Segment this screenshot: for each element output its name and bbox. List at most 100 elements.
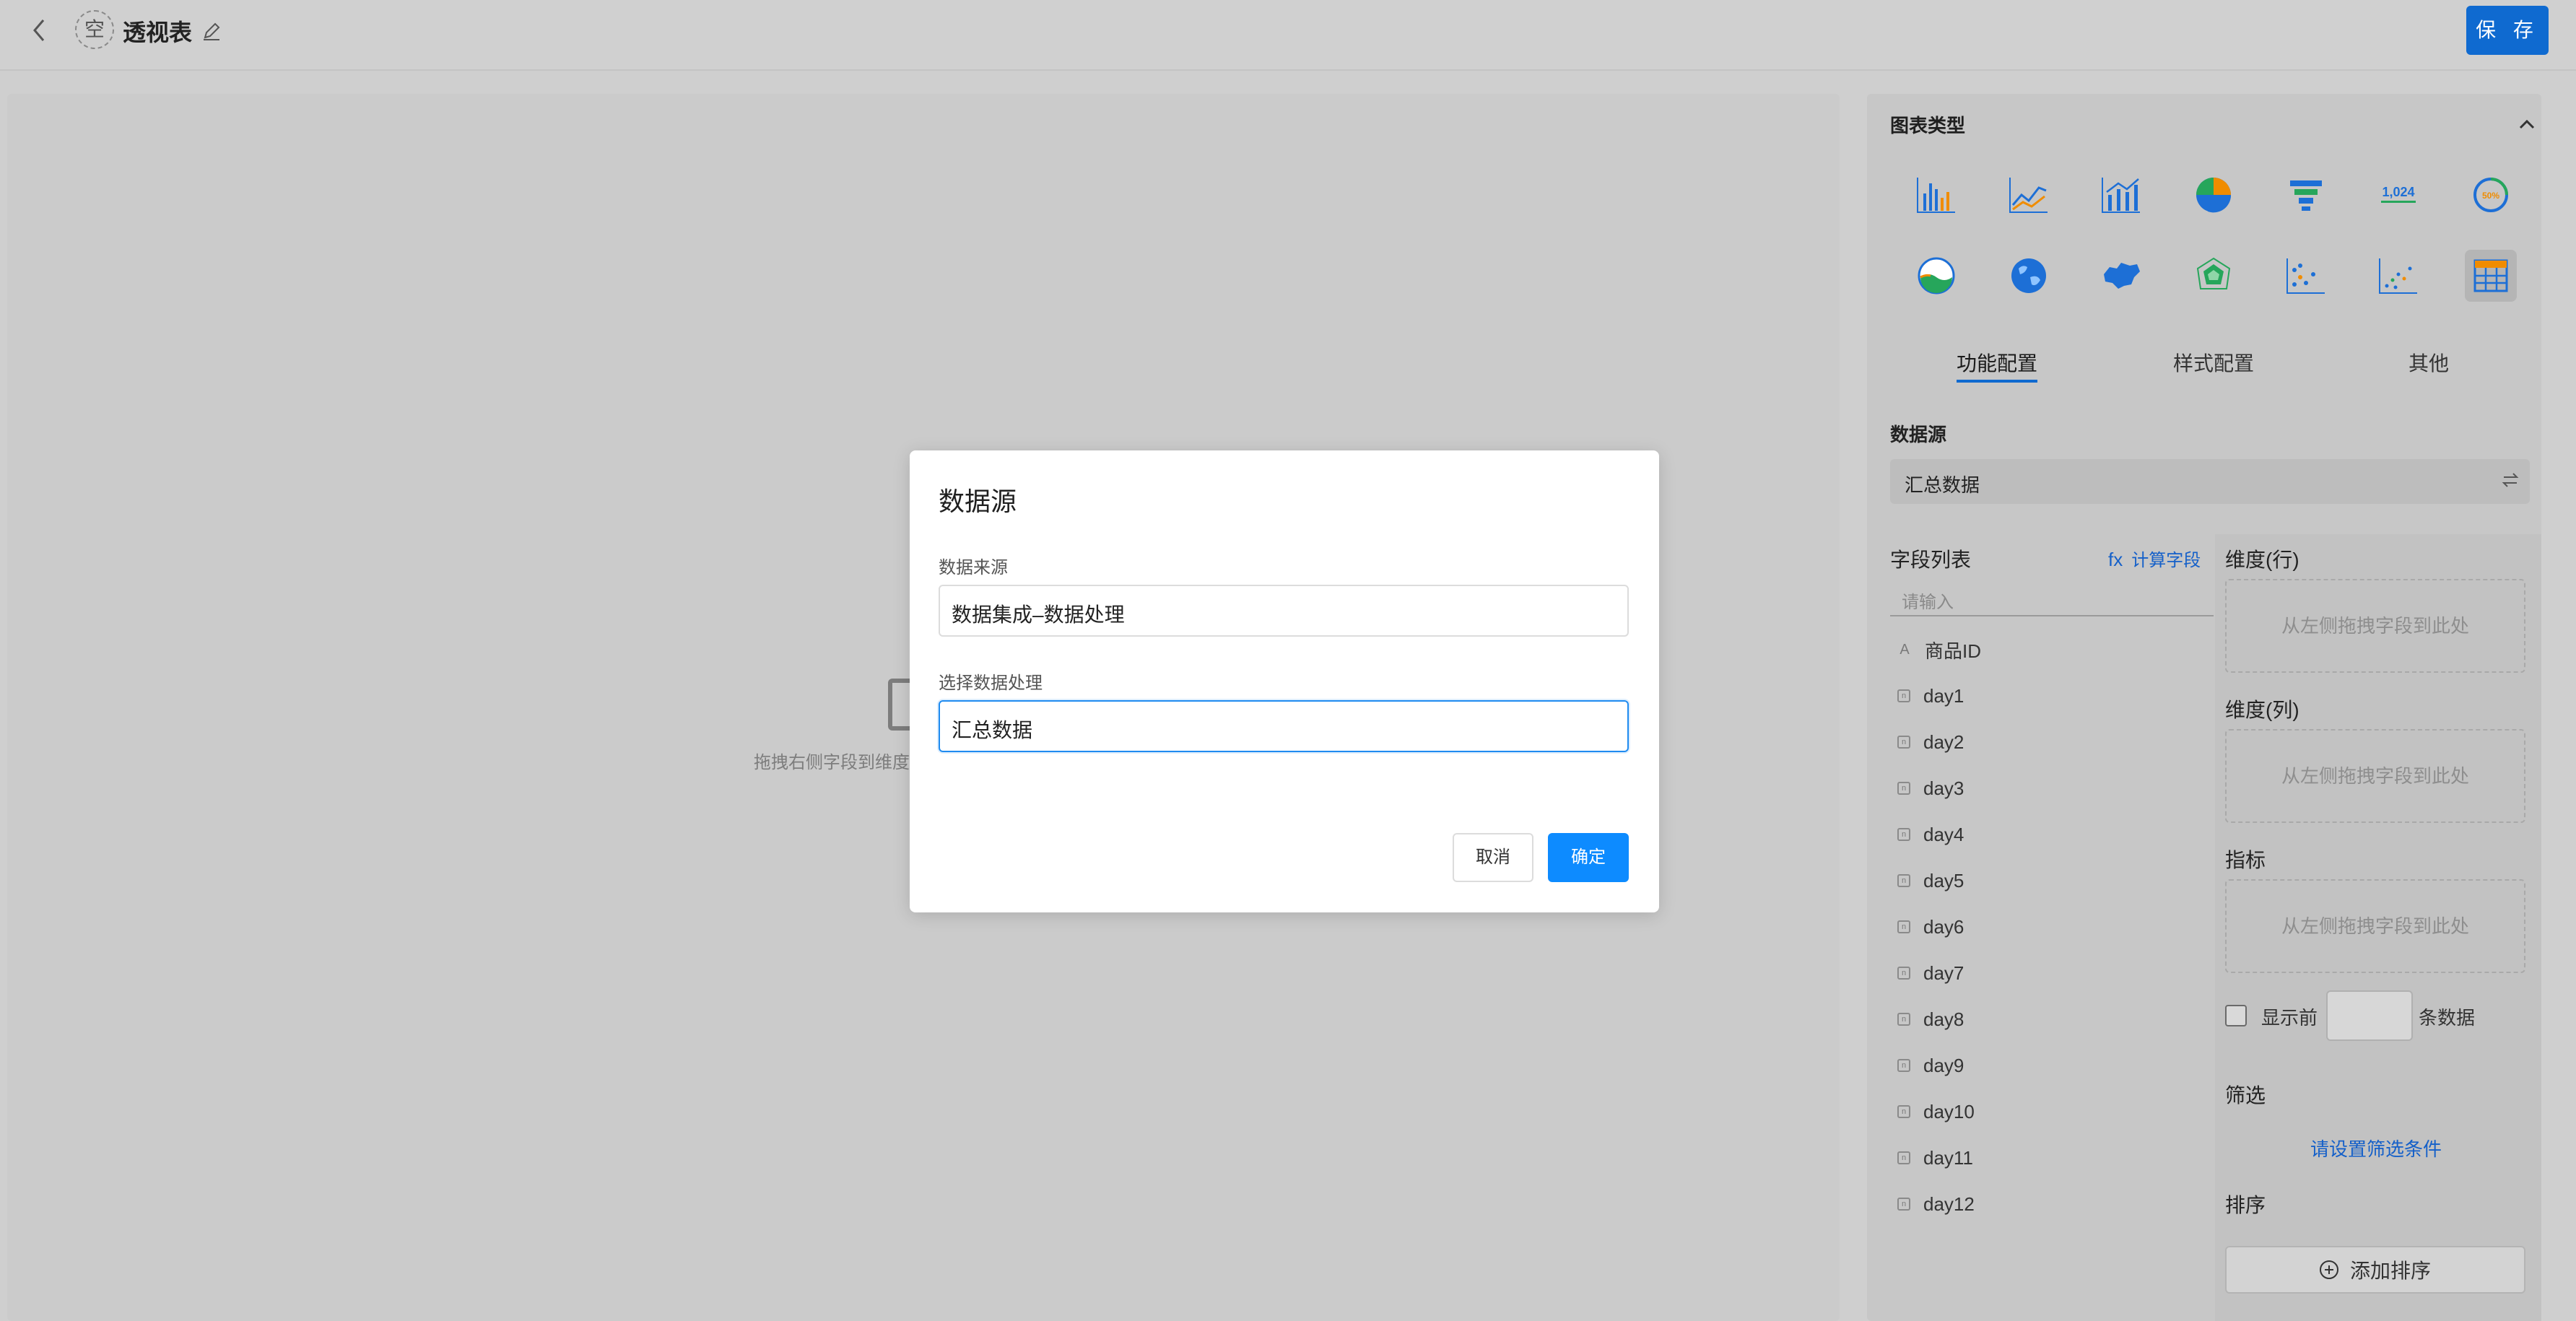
field-label: day7	[1923, 962, 1964, 984]
number-card-text: 1,024	[2382, 185, 2414, 199]
avatar: 空	[75, 10, 114, 49]
field-item[interactable]: A 商品ID	[1897, 635, 1981, 664]
show-top-checkbox[interactable]	[2225, 1005, 2247, 1026]
china-map-icon[interactable]	[2095, 250, 2147, 302]
plus-circle-icon	[2319, 1260, 2338, 1279]
datasource-title: 数据源	[1890, 424, 1947, 445]
number-field-icon: n	[1897, 1013, 1910, 1026]
calc-field-label: 计算字段	[2131, 551, 2201, 570]
field-label: day2	[1923, 731, 1964, 753]
filter-title: 筛选	[2225, 1084, 2266, 1107]
gauge-icon[interactable]: 50%	[2465, 169, 2517, 221]
field-label: day11	[1923, 1146, 1973, 1169]
set-filter-link[interactable]: 请设置筛选条件	[2310, 1135, 2442, 1161]
page-title: 透视表	[123, 19, 193, 45]
dimension-col-dropzone[interactable]: 从左侧拖拽字段到此处	[2225, 729, 2525, 823]
tab-function-config[interactable]: 功能配置	[1957, 348, 2037, 377]
metric-title: 指标	[2225, 849, 2266, 871]
swap-icon[interactable]	[2501, 471, 2520, 489]
dimension-row-dropzone[interactable]: 从左侧拖拽字段到此处	[2225, 579, 2525, 673]
field-item[interactable]: n day3	[1897, 774, 1964, 803]
datasource-select[interactable]	[1890, 459, 2530, 504]
top-count-input[interactable]	[2326, 990, 2413, 1041]
datasource-value: 汇总数据	[1905, 474, 1980, 496]
field-item[interactable]: n day12	[1897, 1190, 1975, 1218]
bar-line-combo-icon[interactable]	[2095, 169, 2147, 221]
number-field-icon: n	[1897, 1105, 1910, 1118]
chart-type-title: 图表类型	[1890, 115, 1966, 136]
radar-chart-icon[interactable]	[2188, 250, 2240, 302]
bar-chart-icon[interactable]	[1910, 169, 1962, 221]
number-field-icon: n	[1897, 689, 1910, 702]
canvas-placeholder-text: 拖拽右侧字段到维度	[754, 753, 910, 772]
edit-pencil-icon[interactable]	[201, 20, 222, 42]
field-item[interactable]: n day9	[1897, 1051, 1964, 1080]
field-label: day1	[1923, 684, 1964, 707]
process-label: 选择数据处理	[939, 673, 1043, 693]
active-tab-indicator	[1957, 380, 2037, 383]
sort-title: 排序	[2225, 1194, 2266, 1216]
field-list-title: 字段列表	[1890, 549, 1972, 571]
save-button[interactable]: 保 存	[2466, 6, 2549, 55]
field-item[interactable]: n day1	[1897, 681, 1964, 710]
liquid-fill-icon[interactable]	[1910, 250, 1962, 302]
field-item[interactable]: n day11	[1897, 1143, 1973, 1172]
field-label: day3	[1923, 777, 1964, 799]
show-top-label: 显示前	[2261, 1007, 2318, 1029]
scatter-chart-icon[interactable]	[2280, 250, 2332, 302]
pie-chart-icon[interactable]	[2188, 169, 2240, 221]
dimension-row-title: 维度(行)	[2225, 549, 2299, 571]
gauge-text: 50%	[2482, 191, 2499, 201]
source-value: 数据集成–数据处理	[952, 603, 1125, 626]
top-bar: 空 透视表 保 存	[0, 0, 2576, 71]
process-value: 汇总数据	[952, 719, 1033, 741]
metric-dropzone[interactable]: 从左侧拖拽字段到此处	[2225, 879, 2525, 973]
fx-icon: fx	[2108, 549, 2123, 570]
back-arrow-icon[interactable]	[29, 16, 51, 45]
number-field-icon: n	[1897, 967, 1910, 980]
number-field-icon: n	[1897, 736, 1910, 749]
field-item[interactable]: n day8	[1897, 1005, 1964, 1034]
field-label: day4	[1923, 823, 1964, 845]
add-sort-button[interactable]: 添加排序	[2225, 1246, 2525, 1294]
number-card-icon[interactable]: 1,024	[2372, 169, 2424, 221]
chevron-up-icon[interactable]	[2517, 115, 2537, 133]
number-field-icon: n	[1897, 1198, 1910, 1211]
pivot-table-icon[interactable]	[2465, 250, 2517, 302]
field-search-placeholder: 请输入	[1902, 593, 1954, 612]
field-item[interactable]: n day4	[1897, 820, 1964, 849]
tab-style-config[interactable]: 样式配置	[2173, 348, 2254, 377]
field-label: 商品ID	[1925, 640, 1982, 662]
number-field-icon: n	[1897, 1059, 1910, 1072]
number-field-icon: n	[1897, 874, 1910, 887]
number-field-icon: n	[1897, 1151, 1910, 1164]
number-field-icon: n	[1897, 920, 1910, 933]
tab-other[interactable]: 其他	[2409, 348, 2449, 377]
world-map-icon[interactable]	[2003, 250, 2055, 302]
field-label: day9	[1923, 1054, 1964, 1076]
field-item[interactable]: n day2	[1897, 728, 1964, 757]
dialog-title: 数据源	[939, 487, 1017, 516]
process-select[interactable]	[939, 700, 1629, 752]
number-field-icon: n	[1897, 828, 1910, 841]
calc-field-link[interactable]: fx 计算字段	[2108, 546, 2201, 571]
source-label: 数据来源	[939, 558, 1008, 577]
field-item[interactable]: n day10	[1897, 1097, 1975, 1126]
cancel-button[interactable]: 取消	[1453, 833, 1533, 882]
funnel-chart-icon[interactable]	[2280, 169, 2332, 221]
field-item[interactable]: n day5	[1897, 866, 1964, 895]
confirm-button[interactable]: 确定	[1548, 833, 1629, 882]
number-field-icon: n	[1897, 782, 1910, 795]
field-item[interactable]: n day6	[1897, 912, 1964, 941]
bubble-scatter-icon[interactable]	[2372, 250, 2424, 302]
field-label: day8	[1923, 1008, 1964, 1030]
field-label: day5	[1923, 869, 1964, 891]
line-chart-icon[interactable]	[2003, 169, 2055, 221]
top-suffix-label: 条数据	[2419, 1007, 2476, 1029]
dimension-col-title: 维度(列)	[2225, 699, 2299, 721]
field-item[interactable]: n day7	[1897, 959, 1964, 988]
add-sort-label: 添加排序	[2349, 1260, 2431, 1282]
field-label: day6	[1923, 915, 1964, 938]
field-label: day12	[1923, 1193, 1975, 1215]
text-field-icon: A	[1900, 641, 1910, 658]
